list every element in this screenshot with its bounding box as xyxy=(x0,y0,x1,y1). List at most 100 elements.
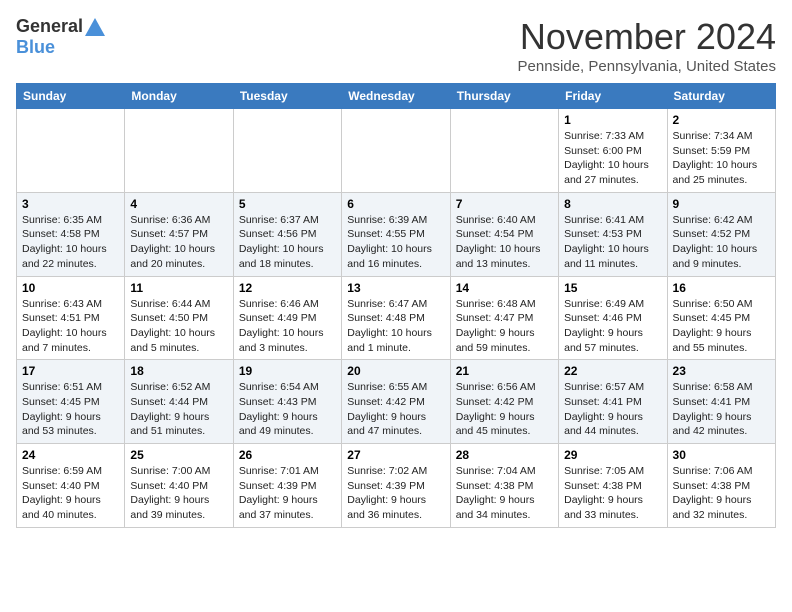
calendar-cell xyxy=(342,109,450,193)
day-of-week-header: Friday xyxy=(559,84,667,109)
calendar-cell: 5 Sunrise: 6:37 AM Sunset: 4:56 PM Daylig… xyxy=(233,192,341,276)
day-info: Sunrise: 6:48 AM Sunset: 4:47 PM Dayligh… xyxy=(456,297,553,356)
day-info: Sunrise: 6:49 AM Sunset: 4:46 PM Dayligh… xyxy=(564,297,661,356)
day-number: 24 xyxy=(22,448,119,462)
calendar-cell: 24Sunrise: 6:59 AM Sunset: 4:40 PM Dayli… xyxy=(17,444,125,528)
day-number: 6 xyxy=(347,197,444,211)
day-number: 27 xyxy=(347,448,444,462)
calendar-header-row: SundayMondayTuesdayWednesdayThursdayFrid… xyxy=(17,84,776,109)
day-info: Sunrise: 6:54 AM Sunset: 4:43 PM Dayligh… xyxy=(239,380,336,439)
calendar-cell: 15 Sunrise: 6:49 AM Sunset: 4:46 PM Dayli… xyxy=(559,276,667,360)
day-number: 26 xyxy=(239,448,336,462)
calendar-cell xyxy=(233,109,341,193)
day-number: 9 xyxy=(673,197,770,211)
day-number: 11 xyxy=(130,281,227,295)
day-of-week-header: Thursday xyxy=(450,84,558,109)
day-number: 20 xyxy=(347,364,444,378)
calendar-cell: 13Sunrise: 6:47 AM Sunset: 4:48 PM Dayli… xyxy=(342,276,450,360)
day-info: Sunrise: 6:57 AM Sunset: 4:41 PM Dayligh… xyxy=(564,380,661,439)
day-of-week-header: Monday xyxy=(125,84,233,109)
calendar-week-row: 17 Sunrise: 6:51 AM Sunset: 4:45 PM Dayli… xyxy=(17,360,776,444)
calendar-cell: 10 Sunrise: 6:43 AM Sunset: 4:51 PM Dayli… xyxy=(17,276,125,360)
day-number: 30 xyxy=(673,448,770,462)
day-info: Sunrise: 6:56 AM Sunset: 4:42 PM Dayligh… xyxy=(456,380,553,439)
calendar-cell: 2Sunrise: 7:34 AM Sunset: 5:59 PM Daylig… xyxy=(667,109,775,193)
day-info: Sunrise: 7:00 AM Sunset: 4:40 PM Dayligh… xyxy=(130,464,227,523)
day-number: 10 xyxy=(22,281,119,295)
calendar-cell: 21Sunrise: 6:56 AM Sunset: 4:42 PM Dayli… xyxy=(450,360,558,444)
calendar-week-row: 1 Sunrise: 7:33 AM Sunset: 6:00 PM Daylig… xyxy=(17,109,776,193)
day-info: Sunrise: 6:43 AM Sunset: 4:51 PM Dayligh… xyxy=(22,297,119,356)
day-info: Sunrise: 6:42 AM Sunset: 4:52 PM Dayligh… xyxy=(673,213,770,272)
calendar-cell xyxy=(125,109,233,193)
calendar-cell: 6 Sunrise: 6:39 AM Sunset: 4:55 PM Daylig… xyxy=(342,192,450,276)
calendar-week-row: 24Sunrise: 6:59 AM Sunset: 4:40 PM Dayli… xyxy=(17,444,776,528)
calendar-cell: 23 Sunrise: 6:58 AM Sunset: 4:41 PM Dayli… xyxy=(667,360,775,444)
day-number: 8 xyxy=(564,197,661,211)
day-number: 12 xyxy=(239,281,336,295)
calendar-week-row: 3Sunrise: 6:35 AM Sunset: 4:58 PM Daylig… xyxy=(17,192,776,276)
calendar-cell: 22 Sunrise: 6:57 AM Sunset: 4:41 PM Dayli… xyxy=(559,360,667,444)
calendar-cell: 18Sunrise: 6:52 AM Sunset: 4:44 PM Dayli… xyxy=(125,360,233,444)
location-text: Pennside, Pennsylvania, United States xyxy=(518,58,777,75)
day-number: 25 xyxy=(130,448,227,462)
calendar-cell: 3Sunrise: 6:35 AM Sunset: 4:58 PM Daylig… xyxy=(17,192,125,276)
day-info: Sunrise: 6:41 AM Sunset: 4:53 PM Dayligh… xyxy=(564,213,661,272)
day-number: 4 xyxy=(130,197,227,211)
day-info: Sunrise: 6:44 AM Sunset: 4:50 PM Dayligh… xyxy=(130,297,227,356)
day-info: Sunrise: 6:40 AM Sunset: 4:54 PM Dayligh… xyxy=(456,213,553,272)
day-number: 5 xyxy=(239,197,336,211)
day-info: Sunrise: 6:36 AM Sunset: 4:57 PM Dayligh… xyxy=(130,213,227,272)
calendar-cell: 27 Sunrise: 7:02 AM Sunset: 4:39 PM Dayli… xyxy=(342,444,450,528)
calendar-cell: 20 Sunrise: 6:55 AM Sunset: 4:42 PM Dayli… xyxy=(342,360,450,444)
day-of-week-header: Sunday xyxy=(17,84,125,109)
day-info: Sunrise: 7:01 AM Sunset: 4:39 PM Dayligh… xyxy=(239,464,336,523)
day-number: 28 xyxy=(456,448,553,462)
day-number: 1 xyxy=(564,113,661,127)
day-info: Sunrise: 6:51 AM Sunset: 4:45 PM Dayligh… xyxy=(22,380,119,439)
day-number: 17 xyxy=(22,364,119,378)
day-of-week-header: Saturday xyxy=(667,84,775,109)
calendar-cell: 17 Sunrise: 6:51 AM Sunset: 4:45 PM Dayli… xyxy=(17,360,125,444)
day-info: Sunrise: 6:55 AM Sunset: 4:42 PM Dayligh… xyxy=(347,380,444,439)
day-number: 14 xyxy=(456,281,553,295)
calendar-cell: 30 Sunrise: 7:06 AM Sunset: 4:38 PM Dayli… xyxy=(667,444,775,528)
day-info: Sunrise: 7:33 AM Sunset: 6:00 PM Dayligh… xyxy=(564,129,661,188)
calendar-cell: 14 Sunrise: 6:48 AM Sunset: 4:47 PM Dayli… xyxy=(450,276,558,360)
day-info: Sunrise: 6:39 AM Sunset: 4:55 PM Dayligh… xyxy=(347,213,444,272)
day-info: Sunrise: 7:34 AM Sunset: 5:59 PM Dayligh… xyxy=(673,129,770,188)
day-info: Sunrise: 7:06 AM Sunset: 4:38 PM Dayligh… xyxy=(673,464,770,523)
day-number: 15 xyxy=(564,281,661,295)
day-number: 19 xyxy=(239,364,336,378)
calendar-cell: 4 Sunrise: 6:36 AM Sunset: 4:57 PM Daylig… xyxy=(125,192,233,276)
page-header: General Blue November 2024 Pennside, Pen… xyxy=(16,16,776,75)
calendar-cell: 26 Sunrise: 7:01 AM Sunset: 4:39 PM Dayli… xyxy=(233,444,341,528)
day-info: Sunrise: 6:50 AM Sunset: 4:45 PM Dayligh… xyxy=(673,297,770,356)
calendar-cell: 28 Sunrise: 7:04 AM Sunset: 4:38 PM Dayli… xyxy=(450,444,558,528)
day-info: Sunrise: 7:02 AM Sunset: 4:39 PM Dayligh… xyxy=(347,464,444,523)
month-title: November 2024 xyxy=(518,16,777,58)
logo: General Blue xyxy=(16,16,105,58)
calendar-table: SundayMondayTuesdayWednesdayThursdayFrid… xyxy=(16,83,776,528)
day-number: 23 xyxy=(673,364,770,378)
day-info: Sunrise: 6:35 AM Sunset: 4:58 PM Dayligh… xyxy=(22,213,119,272)
calendar-cell: 7 Sunrise: 6:40 AM Sunset: 4:54 PM Daylig… xyxy=(450,192,558,276)
day-number: 22 xyxy=(564,364,661,378)
day-info: Sunrise: 6:46 AM Sunset: 4:49 PM Dayligh… xyxy=(239,297,336,356)
day-info: Sunrise: 6:52 AM Sunset: 4:44 PM Dayligh… xyxy=(130,380,227,439)
day-number: 29 xyxy=(564,448,661,462)
calendar-cell: 16 Sunrise: 6:50 AM Sunset: 4:45 PM Dayli… xyxy=(667,276,775,360)
day-number: 16 xyxy=(673,281,770,295)
day-info: Sunrise: 7:05 AM Sunset: 4:38 PM Dayligh… xyxy=(564,464,661,523)
logo-triangle-icon xyxy=(85,18,105,36)
calendar-week-row: 10 Sunrise: 6:43 AM Sunset: 4:51 PM Dayli… xyxy=(17,276,776,360)
day-number: 7 xyxy=(456,197,553,211)
day-of-week-header: Wednesday xyxy=(342,84,450,109)
day-info: Sunrise: 6:47 AM Sunset: 4:48 PM Dayligh… xyxy=(347,297,444,356)
calendar-cell: 8 Sunrise: 6:41 AM Sunset: 4:53 PM Daylig… xyxy=(559,192,667,276)
calendar-cell: 1 Sunrise: 7:33 AM Sunset: 6:00 PM Daylig… xyxy=(559,109,667,193)
day-info: Sunrise: 7:04 AM Sunset: 4:38 PM Dayligh… xyxy=(456,464,553,523)
day-info: Sunrise: 6:37 AM Sunset: 4:56 PM Dayligh… xyxy=(239,213,336,272)
day-info: Sunrise: 6:58 AM Sunset: 4:41 PM Dayligh… xyxy=(673,380,770,439)
calendar-cell: 9 Sunrise: 6:42 AM Sunset: 4:52 PM Daylig… xyxy=(667,192,775,276)
